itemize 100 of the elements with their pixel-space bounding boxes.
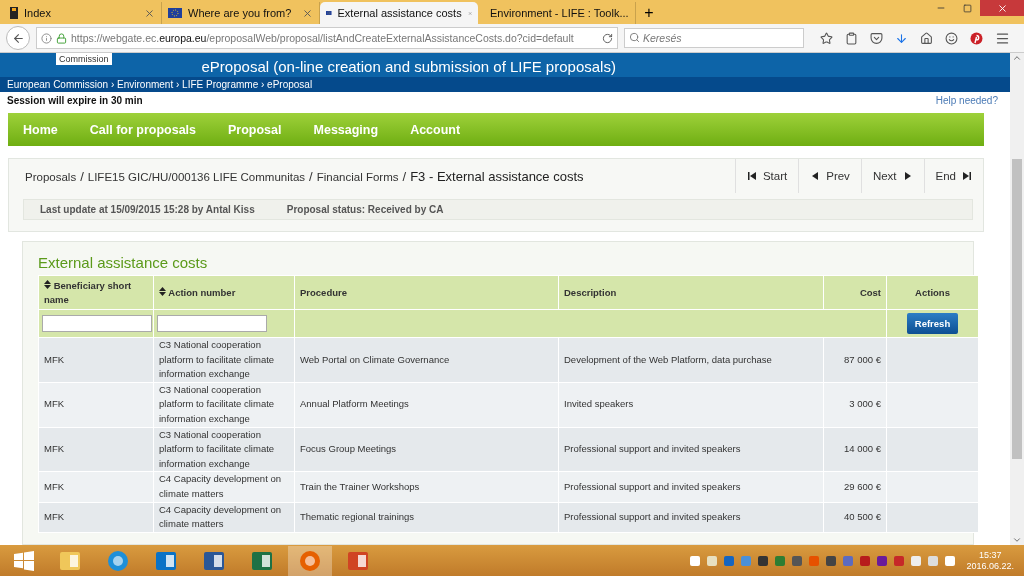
search-field[interactable]: Keresés xyxy=(624,28,804,48)
table-cell: Professional support and invited speakers xyxy=(558,502,824,533)
info-icon[interactable] xyxy=(41,32,52,44)
column-header: Procedure xyxy=(294,275,559,310)
table-cell: Train the Trainer Workshops xyxy=(294,471,559,503)
close-icon xyxy=(996,2,1008,14)
tray-icon[interactable] xyxy=(723,554,736,567)
section-title: External assistance costs xyxy=(38,254,209,271)
star-icon[interactable] xyxy=(820,31,833,45)
sort-icon[interactable] xyxy=(159,286,166,296)
download-icon[interactable] xyxy=(895,31,908,45)
table-cell: MFK xyxy=(38,427,154,472)
table-cell: MFK xyxy=(38,337,154,383)
close-icon[interactable] xyxy=(144,7,155,19)
mail-app-icon[interactable] xyxy=(155,549,177,572)
document-app-icon[interactable] xyxy=(203,549,225,572)
search-icon xyxy=(629,32,640,43)
table-cell: Thematic regional trainings xyxy=(294,502,559,533)
breadcrumb-separator: / xyxy=(80,168,84,184)
table-cell: MFK xyxy=(38,502,154,533)
logo-label: Commission xyxy=(56,53,112,65)
presentation-app-icon[interactable] xyxy=(347,549,369,572)
tray-icon[interactable] xyxy=(944,554,957,567)
table-cell: 3 000 € xyxy=(823,382,887,428)
column-header[interactable]: Beneficiary short name xyxy=(38,275,154,310)
tray-icon[interactable] xyxy=(859,554,872,567)
back-button[interactable] xyxy=(6,26,30,50)
site-path: European Commission › Environment › LIFE Programme › eProposal xyxy=(0,77,1010,92)
flag-icon xyxy=(168,8,182,18)
table-cell: C4 Capacity development on climate matters xyxy=(153,471,295,503)
scroll-up-icon[interactable] xyxy=(1012,53,1022,63)
tray-icon[interactable] xyxy=(876,554,889,567)
browser-icon[interactable] xyxy=(299,549,321,572)
restore-icon xyxy=(962,3,972,13)
table-cell: 40 500 € xyxy=(823,502,887,533)
tray-icon[interactable] xyxy=(825,554,838,567)
tray-icon[interactable] xyxy=(893,554,906,567)
table-cell: MFK xyxy=(38,471,154,503)
skip-forward-icon xyxy=(962,171,972,181)
lock-icon xyxy=(56,32,67,44)
triangle-left-icon xyxy=(810,171,821,181)
tray-icon[interactable] xyxy=(927,554,940,567)
table-cell: 29 600 € xyxy=(823,471,887,503)
globe-icon[interactable] xyxy=(107,549,129,572)
clock-date: 2016.06.22. xyxy=(966,560,1014,572)
reload-icon[interactable] xyxy=(602,32,613,44)
tray-icon[interactable] xyxy=(757,554,770,567)
table-cell: Focus Group Meetings xyxy=(294,427,559,472)
table-cell: Web Portal on Climate Governance xyxy=(294,337,559,383)
filter-field[interactable] xyxy=(157,315,267,332)
home-icon[interactable] xyxy=(920,31,933,45)
breadcrumb-link[interactable]: Financial Forms xyxy=(316,170,399,183)
filter-field[interactable] xyxy=(42,315,152,332)
browser-tab[interactable]: External assistance costs xyxy=(320,2,478,24)
tray-icon[interactable] xyxy=(910,554,923,567)
help-link[interactable]: Help needed? xyxy=(935,95,998,111)
breadcrumb-separator: / xyxy=(309,168,313,184)
smiley-icon[interactable] xyxy=(945,31,958,45)
table-cell: Professional support and invited speakers xyxy=(558,471,824,503)
pocket-icon[interactable] xyxy=(870,31,883,45)
document-icon xyxy=(10,7,18,19)
breadcrumb-link[interactable]: Proposals xyxy=(25,170,77,183)
column-header: Actions xyxy=(886,275,979,310)
table-cell: C3 National cooperation platform to facilitate climate information exchange xyxy=(153,427,295,472)
tray-icon[interactable] xyxy=(706,554,719,567)
new-tab-button[interactable]: + xyxy=(636,2,662,24)
column-header[interactable]: Action number xyxy=(153,275,295,310)
flag-icon xyxy=(326,8,332,18)
spreadsheet-app-icon[interactable] xyxy=(251,549,273,572)
table-cell: C4 Capacity development on climate matters xyxy=(153,502,295,533)
breadcrumb-separator: / xyxy=(402,168,407,184)
session-notice: Session will expire in 30 min xyxy=(7,95,143,108)
close-icon[interactable] xyxy=(302,7,313,19)
pin-icon[interactable] xyxy=(970,31,983,45)
address-field[interactable]: https://webgate.ec.europa.eu/eproposalWeb/proposal/listAndCreateExternalAssistanceCosts.do?cid=default xyxy=(36,27,618,49)
table-cell: 14 000 € xyxy=(823,427,887,472)
scrollbar[interactable] xyxy=(1010,53,1024,545)
triangle-right-icon xyxy=(902,171,913,181)
breadcrumb-link[interactable]: LIFE15 GIC/HU/000136 LIFE Communitas xyxy=(87,170,306,183)
last-update: Last update at 15/09/2015 15:28 by Antal Kiss xyxy=(40,204,255,215)
site-title: eProposal (on-line creation and submission of LIFE proposals) xyxy=(201,57,616,77)
page-title: F3 - External assistance costs xyxy=(410,168,584,184)
sort-icon[interactable] xyxy=(44,279,51,289)
menu-icon[interactable] xyxy=(995,30,1010,46)
scroll-down-icon[interactable] xyxy=(1012,535,1022,545)
table-cell: MFK xyxy=(38,382,154,428)
clock-time: 15:37 xyxy=(978,549,1002,561)
table-cell: Invited speakers xyxy=(558,382,824,428)
table-cell: Development of the Web Platform, data purchase xyxy=(558,337,824,383)
back-icon xyxy=(11,31,25,45)
clipboard-icon[interactable] xyxy=(845,31,858,45)
table-cell: 87 000 € xyxy=(823,337,887,383)
tray-icon[interactable] xyxy=(689,554,702,567)
table-cell: Annual Platform Meetings xyxy=(294,382,559,428)
refresh-button[interactable]: Refresh xyxy=(906,313,959,334)
table-cell: C3 National cooperation platform to facilitate climate information exchange xyxy=(153,337,295,383)
tray-icon[interactable] xyxy=(791,554,804,567)
column-header: Description xyxy=(558,275,824,310)
proposal-status: Proposal status: Received by CA xyxy=(286,204,444,215)
folder-icon[interactable] xyxy=(59,549,81,572)
